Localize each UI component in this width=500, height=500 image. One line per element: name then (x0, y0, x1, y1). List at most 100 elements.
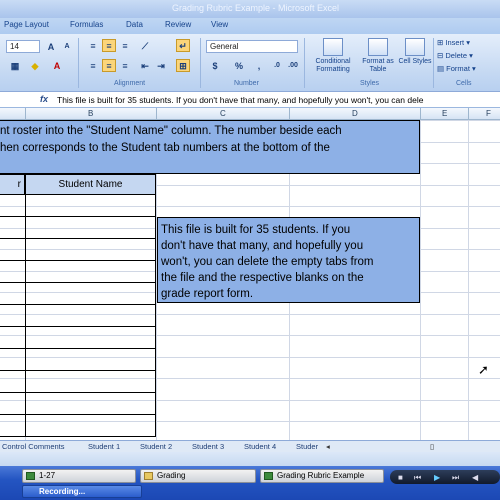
number-format-value: General (210, 42, 239, 51)
align-left-icon[interactable]: ≡ (86, 59, 100, 72)
decrease-decimal-icon[interactable]: .00 (286, 59, 300, 72)
column-header-f[interactable]: F (486, 109, 491, 118)
orientation-icon[interactable]: ⟋ (138, 39, 152, 52)
fill-color-icon[interactable]: ◆ (28, 59, 42, 72)
conditional-formatting-button[interactable]: Conditional Formatting (308, 38, 358, 74)
student-number-cell[interactable] (0, 195, 25, 217)
format-as-table-button[interactable]: Format as Table (360, 38, 396, 74)
window-title: Grading Rubric Example - Microsoft Excel (172, 3, 340, 13)
student-name-cell[interactable] (25, 305, 156, 327)
sheet-tab-student-5[interactable]: Studer (296, 442, 318, 451)
font-size-value: 14 (10, 42, 19, 51)
font-color-icon[interactable]: A (50, 59, 64, 72)
student-number-cell[interactable] (0, 283, 25, 305)
note-box[interactable]: This file is built for 35 students. If y… (157, 217, 420, 303)
instruction-banner[interactable]: nt roster into the "Student Name" column… (0, 120, 420, 174)
taskbar-item-grading-rubric[interactable]: Grading Rubric Example (260, 469, 384, 483)
column-header-c[interactable]: C (220, 109, 226, 118)
tab-data[interactable]: Data (126, 20, 143, 29)
border-icon[interactable]: ▦ (8, 59, 22, 72)
tab-review[interactable]: Review (165, 20, 191, 29)
grow-font-icon[interactable]: A (44, 40, 58, 53)
student-number-cell[interactable] (0, 239, 25, 261)
taskbar-item-1-27[interactable]: 1-27 (22, 469, 136, 483)
recording-button[interactable]: Recording... (22, 485, 142, 498)
taskbar-item-grading[interactable]: Grading (140, 469, 256, 483)
tab-view[interactable]: View (211, 20, 228, 29)
student-name-cell[interactable] (25, 217, 156, 239)
comma-button[interactable]: , (252, 59, 266, 72)
student-name-cell[interactable] (25, 261, 156, 283)
note-line: This file is built for 35 students. If y… (161, 224, 351, 236)
student-name-cell[interactable] (25, 195, 156, 217)
sheet-tab-student-3[interactable]: Student 3 (192, 442, 224, 451)
student-number-cell[interactable] (0, 415, 25, 437)
student-name-cell[interactable] (25, 349, 156, 371)
sheet-tab-student-1[interactable]: Student 1 (88, 442, 120, 451)
sheet-tab-student-4[interactable]: Student 4 (244, 442, 276, 451)
title-bar: Grading Rubric Example - Microsoft Excel (0, 0, 500, 18)
mouse-cursor-icon: ➚ (478, 362, 489, 377)
banner-line: nt roster into the "Student Name" column… (0, 125, 342, 137)
align-bottom-icon[interactable]: ≡ (118, 39, 132, 52)
student-name-cell[interactable] (25, 327, 156, 349)
gridline (468, 120, 469, 440)
column-divider (25, 108, 26, 120)
formula-input[interactable]: This file is built for 35 students. If y… (57, 95, 423, 105)
align-top-icon[interactable]: ≡ (86, 39, 100, 52)
student-name-cell[interactable] (25, 371, 156, 393)
align-right-icon[interactable]: ≡ (118, 59, 132, 72)
cells-group-label: Cells (456, 80, 472, 87)
delete-button[interactable]: ⊟ Delete ▾ (437, 51, 473, 60)
format-button[interactable]: ▤ Format ▾ (437, 64, 476, 73)
wrap-text-icon[interactable]: ↵ (176, 39, 190, 52)
number-header-cell[interactable]: r (0, 174, 25, 195)
column-header-b[interactable]: B (88, 109, 93, 118)
conditional-formatting-icon (323, 38, 343, 56)
next-icon[interactable]: ⏭ (452, 473, 459, 483)
sheet-tab-student-2[interactable]: Student 2 (140, 442, 172, 451)
align-middle-icon[interactable]: ≡ (102, 39, 116, 52)
student-name-cell[interactable] (25, 415, 156, 437)
fx-icon[interactable]: fx (40, 94, 48, 104)
cell-styles-button[interactable]: Cell Styles (398, 38, 432, 66)
increase-decimal-icon[interactable]: .0 (270, 59, 284, 72)
media-controls: ■ ⏮ ▶ ⏭ ◀ (390, 470, 500, 484)
column-header-e[interactable]: E (442, 109, 447, 118)
tab-formulas[interactable]: Formulas (70, 20, 103, 29)
student-number-cell[interactable] (0, 393, 25, 415)
insert-button[interactable]: ⊞ Insert ▾ (437, 38, 470, 47)
banner-line: hen corresponds to the Student tab numbe… (0, 142, 330, 154)
font-size-select[interactable]: 14 (6, 40, 40, 53)
column-header-d[interactable]: D (352, 109, 358, 118)
student-number-cell[interactable] (0, 305, 25, 327)
student-name-header[interactable]: Student Name (25, 174, 156, 195)
separator (433, 38, 434, 88)
previous-icon[interactable]: ⏮ (414, 473, 421, 483)
table-icon (368, 38, 388, 56)
student-number-cell[interactable] (0, 261, 25, 283)
merge-center-icon[interactable]: ⊞ (176, 59, 190, 72)
student-name-cell[interactable] (25, 393, 156, 415)
student-number-cell[interactable] (0, 217, 25, 239)
decrease-indent-icon[interactable]: ⇤ (138, 59, 152, 72)
student-number-cell[interactable] (0, 371, 25, 393)
shrink-font-icon[interactable]: A (60, 40, 74, 53)
student-name-cell[interactable] (25, 239, 156, 261)
volume-icon[interactable]: ◀ (472, 473, 478, 482)
tab-page-layout[interactable]: Page Layout (4, 20, 49, 29)
sheet-tab-control-comments[interactable]: Control Comments (2, 442, 65, 451)
percent-button[interactable]: % (232, 59, 246, 72)
play-icon[interactable]: ▶ (434, 473, 440, 482)
center-icon[interactable]: ≡ (102, 59, 116, 72)
tab-scroll-icon[interactable]: ◂ (326, 442, 330, 451)
horizontal-scrollbar-thumb[interactable]: ▯ (430, 442, 434, 451)
number-format-select[interactable]: General (206, 40, 298, 53)
student-number-cell[interactable] (0, 327, 25, 349)
ribbon: 14 A A ▦ ◆ A ≡ ≡ ≡ ⟋ ≡ ≡ ≡ ⇤ ⇥ ↵ ⊞ Align… (0, 34, 500, 92)
student-name-cell[interactable] (25, 283, 156, 305)
stop-icon[interactable]: ■ (398, 473, 403, 482)
student-number-cell[interactable] (0, 349, 25, 371)
increase-indent-icon[interactable]: ⇥ (154, 59, 168, 72)
currency-button[interactable]: $ (208, 59, 222, 72)
